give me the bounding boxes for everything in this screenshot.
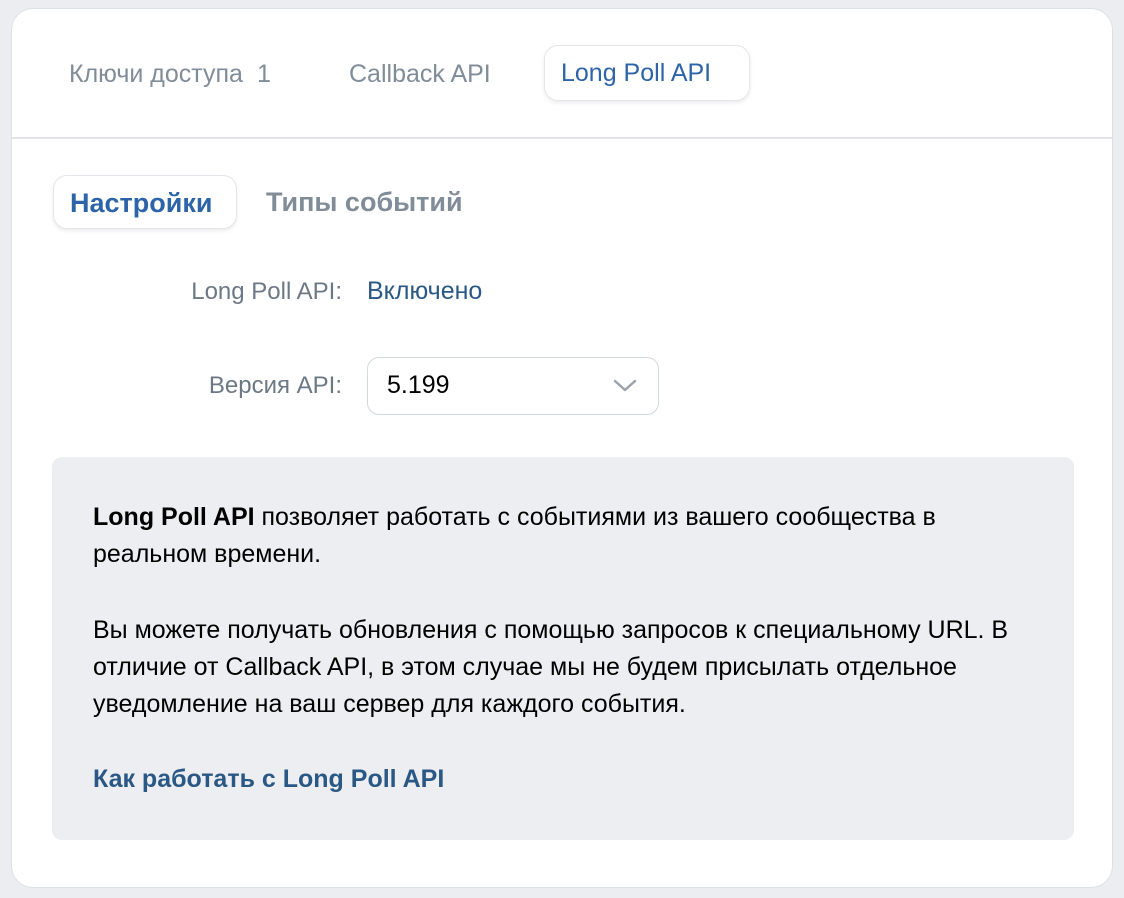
info-paragraph-details: Вы можете получать обновления с помощью … [93,616,1009,718]
info-paragraph-intro: Long Poll API позволяет работать с событ… [93,499,1043,573]
tab-long-poll-api-label: Long Poll API [561,59,712,87]
top-tab-bar: Ключи доступа 1 Callback API Long Poll AP… [12,9,1112,139]
settings-card: Ключи доступа 1 Callback API Long Poll AP… [11,8,1113,888]
subtab-event-types-label: Типы событий [266,187,463,217]
subtab-event-types[interactable]: Типы событий [266,175,463,229]
info-paragraph-intro-bold: Long Poll API [93,503,255,531]
tab-callback-api[interactable]: Callback API [349,47,491,101]
long-poll-help-link[interactable]: Как работать с Long Poll API [93,765,444,794]
info-box: Long Poll API позволяет работать с событ… [52,457,1074,840]
subtab-settings-label: Настройки [70,188,213,218]
api-version-label: Версия API: [208,372,342,399]
long-poll-status-label: Long Poll API: [191,278,342,305]
tab-access-keys-count: 1 [256,60,271,88]
subtab-settings[interactable]: Настройки [53,175,237,229]
chevron-down-icon [613,379,637,392]
api-version-select[interactable]: 5.199 [367,357,659,415]
tab-callback-api-label: Callback API [349,60,491,88]
tab-access-keys-label: Ключи доступа [69,60,243,88]
tab-long-poll-api[interactable]: Long Poll API [544,45,750,101]
long-poll-status-toggle[interactable]: Включено [367,277,482,306]
tab-access-keys[interactable]: Ключи доступа 1 [69,47,271,101]
api-version-value: 5.199 [387,371,450,399]
